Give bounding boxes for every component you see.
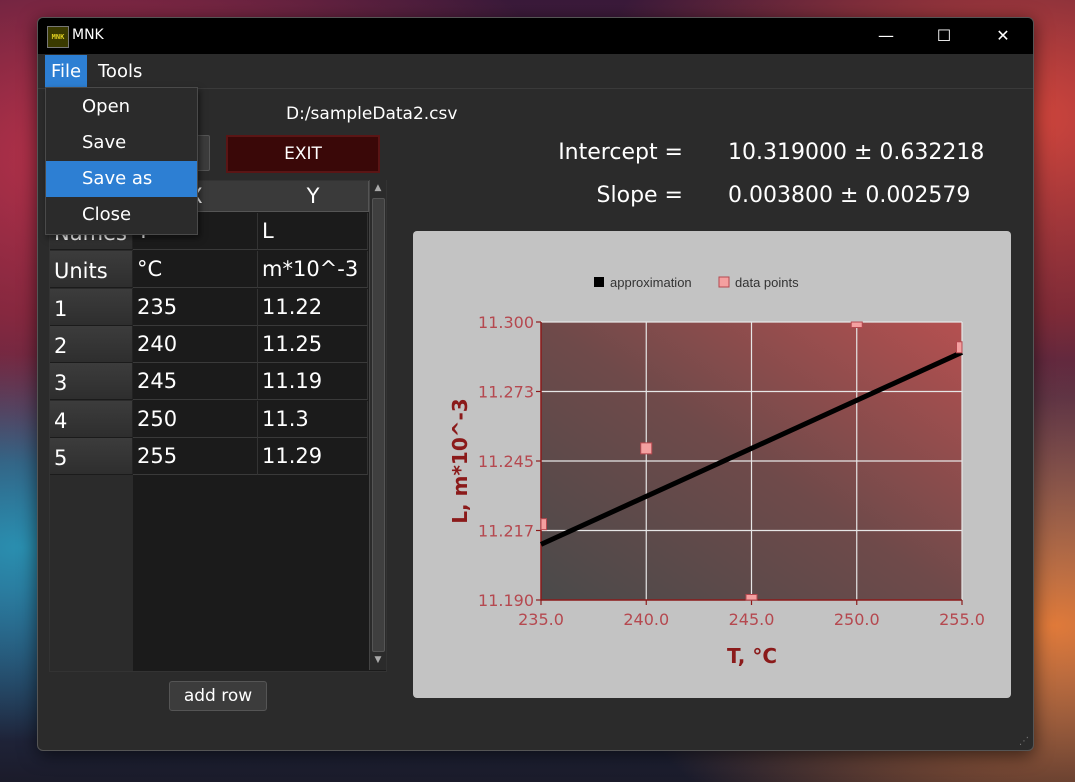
data-point [956,341,963,354]
legend-approximation: approximation [610,275,692,290]
data-point [850,321,863,328]
add-row-button[interactable]: add row [169,681,267,711]
menu-item-save-as[interactable]: Save as [46,161,197,197]
cell-x[interactable]: 235 [133,289,258,326]
cell-y[interactable]: 11.22 [258,289,368,326]
legend-data-points: data points [735,275,799,290]
cell-x[interactable]: 255 [133,438,258,475]
data-point [640,442,653,455]
x-tick-label: 240.0 [623,610,669,629]
menu-item-open[interactable]: Open [46,89,197,125]
menu-item-close[interactable]: Close [46,197,197,233]
cell-y[interactable]: 11.29 [258,438,368,475]
menu-bar: File Tools [38,55,1033,89]
slope-value: 0.003800 ± 0.002579 [728,183,971,208]
menu-tools[interactable]: Tools [92,55,148,88]
y-tick-label: 11.245 [478,452,534,471]
x-tick-label: 235.0 [518,610,564,629]
intercept-label: Intercept = [558,140,683,165]
x-axis-label: T, °C [727,644,777,668]
x-tick-label: 255.0 [939,610,985,629]
menu-item-save[interactable]: Save [46,125,197,161]
cell-y[interactable]: 11.3 [258,401,368,438]
data-point [540,518,547,531]
row-header[interactable]: 4 [50,401,133,438]
minimize-button[interactable]: — [856,18,916,54]
scroll-down-icon[interactable]: ▼ [370,652,386,668]
y-tick-label: 11.190 [478,591,534,610]
x-tick-label: 250.0 [834,610,880,629]
row-header[interactable]: 2 [50,326,133,363]
y-tick-label: 11.217 [478,522,534,541]
chart-panel: 235.0 240.0 245.0 250.0 255.0 11.300 11.273 11.… [413,231,1011,698]
data-table: X Y Names T L Units °C m*10^-3 1 235 11.… [49,180,387,672]
slope-label: Slope = [596,183,683,208]
file-dropdown-menu: Open Save Save as Close [45,87,198,235]
scroll-up-icon[interactable]: ▲ [370,180,386,196]
scroll-thumb[interactable] [372,198,385,652]
cell-y[interactable]: 11.19 [258,363,368,400]
row-header[interactable]: 5 [50,438,133,475]
cell-y[interactable]: L [258,213,368,250]
cell-x[interactable]: 250 [133,401,258,438]
exit-button[interactable]: EXIT [226,135,380,173]
chart-svg: 235.0 240.0 245.0 250.0 255.0 11.300 11.273 11.… [448,275,985,668]
close-window-button[interactable]: ✕ [973,18,1033,54]
cell-x[interactable]: 240 [133,326,258,363]
cell-x[interactable]: 245 [133,363,258,400]
app-icon: MNK [47,26,69,48]
column-header-y[interactable]: Y [258,181,369,212]
y-tick-label: 11.300 [478,313,534,332]
cell-y[interactable]: m*10^-3 [258,251,368,288]
row-header-units[interactable]: Units [50,251,133,288]
cell-y[interactable]: 11.25 [258,326,368,363]
x-tick-label: 245.0 [729,610,775,629]
legend-points-swatch [718,276,730,288]
table-scrollbar[interactable]: ▲ ▼ [369,180,386,670]
menu-file[interactable]: File [45,55,88,88]
row-header[interactable]: 1 [50,289,133,326]
y-tick-label: 11.273 [478,383,534,402]
maximize-button[interactable]: ☐ [914,18,974,54]
row-header[interactable]: 3 [50,363,133,400]
legend-line-swatch [594,277,604,287]
data-point [745,594,758,601]
window-title: MNK [72,27,104,43]
resize-grip-icon[interactable]: ⋰ [1019,736,1031,748]
y-axis-label: L, m*10^-3 [448,398,472,523]
file-path-label: D:/sampleData2.csv [286,104,458,124]
title-bar: MNK MNK — ☐ ✕ [38,18,1033,54]
intercept-value: 10.319000 ± 0.632218 [728,140,985,165]
cell-x[interactable]: °C [133,251,258,288]
